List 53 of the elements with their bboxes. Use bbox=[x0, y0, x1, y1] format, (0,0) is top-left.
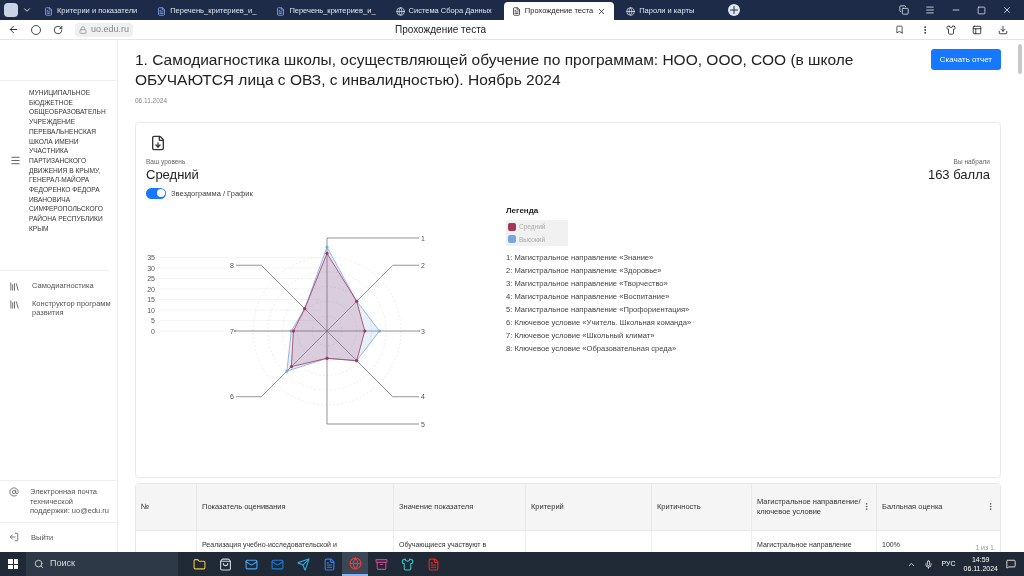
profile-icon[interactable] bbox=[4, 3, 18, 17]
download-report-button[interactable]: Скачать отчет bbox=[930, 49, 1001, 70]
globe-icon bbox=[395, 6, 405, 16]
shirt-icon bbox=[400, 557, 414, 571]
score-value: 163 балла bbox=[927, 166, 990, 183]
legend-title: Легенда bbox=[506, 204, 540, 217]
close-tab-icon[interactable] bbox=[597, 6, 607, 16]
windows-logo-icon bbox=[8, 559, 18, 569]
document-icon bbox=[322, 557, 336, 571]
level-value: Средний bbox=[146, 166, 199, 183]
document-icon bbox=[426, 557, 440, 571]
shirt-icon[interactable] bbox=[946, 24, 956, 35]
page-icon bbox=[44, 6, 53, 16]
menu-icon[interactable] bbox=[925, 5, 935, 15]
new-tab-icon[interactable] bbox=[728, 4, 741, 16]
search-icon bbox=[34, 559, 44, 569]
bag-icon bbox=[218, 557, 232, 571]
tabs-icon[interactable] bbox=[899, 5, 909, 15]
reload-icon[interactable] bbox=[53, 24, 63, 35]
mail-icon bbox=[244, 557, 258, 571]
page-icon bbox=[276, 6, 286, 16]
menu-icon[interactable] bbox=[10, 155, 21, 167]
globe-icon bbox=[348, 556, 362, 570]
microphone-icon[interactable] bbox=[924, 559, 934, 569]
taskbar-app[interactable] bbox=[342, 552, 368, 576]
download-icon[interactable] bbox=[998, 24, 1008, 35]
lock-icon bbox=[79, 25, 87, 34]
panel-icon[interactable] bbox=[972, 24, 982, 35]
view-toggle[interactable] bbox=[146, 187, 166, 199]
archive-icon bbox=[374, 557, 388, 571]
page-icon bbox=[511, 6, 521, 16]
paper-plane-icon bbox=[296, 557, 310, 571]
logout-icon bbox=[9, 532, 19, 543]
bookmark-icon[interactable] bbox=[895, 25, 904, 34]
column-menu-icon[interactable] bbox=[862, 502, 871, 512]
back-icon[interactable] bbox=[8, 24, 19, 35]
taskbar-search-field[interactable]: Поиск bbox=[26, 552, 178, 576]
maximize-icon[interactable] bbox=[977, 5, 986, 15]
file-download-icon[interactable] bbox=[150, 134, 166, 151]
close-icon[interactable] bbox=[1002, 5, 1012, 15]
scrollbar[interactable] bbox=[1018, 44, 1022, 74]
mail-icon bbox=[270, 557, 284, 571]
page-heading: 1. Самодиагностика школы, осуществляющей обучение по программам: НОО, ООО, СОО (в школе ОБУЧАЮТСЯ лица с ОВЗ, с инвалидностью). Ноябрь 2024 bbox=[135, 50, 855, 90]
books-icon bbox=[9, 298, 20, 310]
column-menu-icon[interactable] bbox=[986, 502, 995, 512]
books-icon bbox=[9, 280, 20, 292]
at-icon bbox=[9, 487, 19, 498]
page-title: Прохождение теста bbox=[395, 23, 487, 37]
globe-icon bbox=[626, 6, 636, 16]
folder-icon bbox=[192, 557, 206, 571]
chevron-icon[interactable] bbox=[22, 5, 32, 15]
page-icon bbox=[157, 6, 167, 16]
notifications-icon[interactable] bbox=[1006, 559, 1016, 569]
